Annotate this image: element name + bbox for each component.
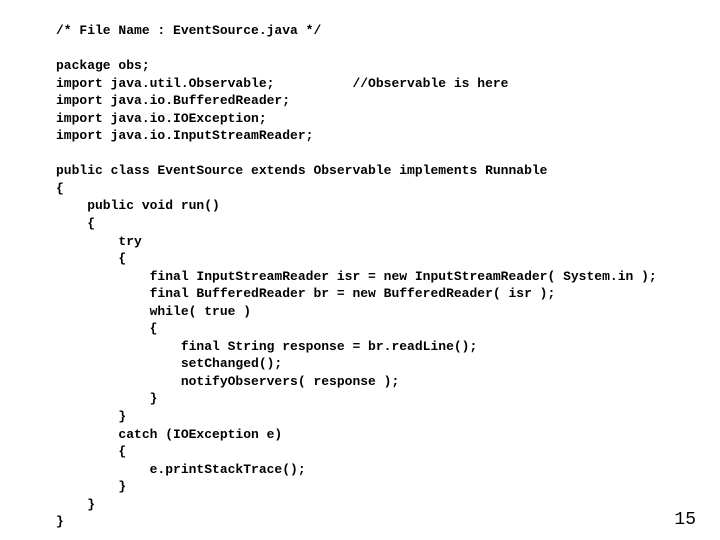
code-line: final BufferedReader br = new BufferedRe… <box>56 286 555 301</box>
code-line: } <box>56 479 126 494</box>
code-line: } <box>56 409 126 424</box>
code-line: final InputStreamReader isr = new InputS… <box>56 269 657 284</box>
code-line: { <box>56 444 126 459</box>
code-line: catch (IOException e) <box>56 427 282 442</box>
code-line: try <box>56 234 142 249</box>
code-line: import java.io.BufferedReader; <box>56 93 290 108</box>
code-line: } <box>56 514 64 529</box>
code-line: public class EventSource extends Observa… <box>56 163 547 178</box>
code-line: while( true ) <box>56 304 251 319</box>
code-line: import java.util.Observable; //Observabl… <box>56 76 508 91</box>
code-line: } <box>56 497 95 512</box>
code-line: e.printStackTrace(); <box>56 462 306 477</box>
code-block: /* File Name : EventSource.java */ packa… <box>0 0 720 531</box>
code-line: { <box>56 181 64 196</box>
code-line: setChanged(); <box>56 356 282 371</box>
code-line: { <box>56 251 126 266</box>
code-line: final String response = br.readLine(); <box>56 339 477 354</box>
page-number: 15 <box>674 508 696 532</box>
code-line: package obs; <box>56 58 150 73</box>
code-line: import java.io.InputStreamReader; <box>56 128 313 143</box>
code-line: public void run() <box>56 198 220 213</box>
code-line: { <box>56 321 157 336</box>
code-line: /* File Name : EventSource.java */ <box>56 23 321 38</box>
code-line: { <box>56 216 95 231</box>
code-line: notifyObservers( response ); <box>56 374 399 389</box>
code-line: import java.io.IOException; <box>56 111 267 126</box>
code-line: } <box>56 391 157 406</box>
